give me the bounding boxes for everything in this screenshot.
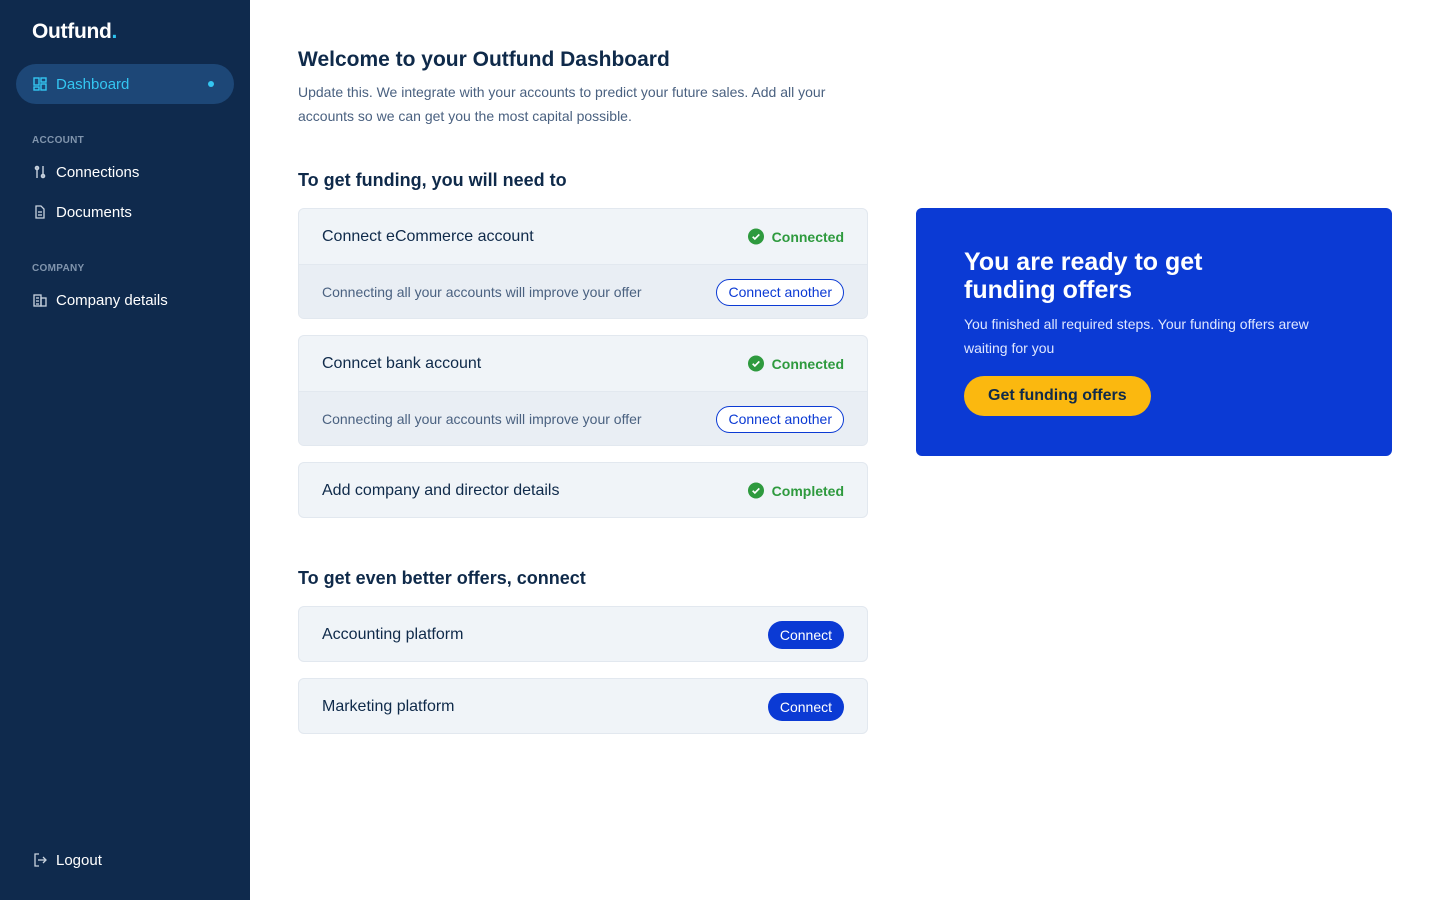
- dashboard-icon: [32, 76, 48, 92]
- status-label: Connected: [771, 355, 844, 372]
- step-note: Connecting all your accounts will improv…: [322, 411, 642, 427]
- step-title: Connect eCommerce account: [322, 227, 534, 245]
- get-funding-offers-button[interactable]: Get funding offers: [964, 376, 1151, 416]
- status-badge: Completed: [747, 482, 844, 499]
- funding-ready-card: You are ready to get funding offers You …: [916, 208, 1392, 456]
- check-circle-icon: [747, 228, 764, 245]
- logout-label: Logout: [56, 851, 102, 869]
- required-steps-heading: To get funding, you will need to: [298, 170, 567, 190]
- step-note: Connecting all your accounts will improv…: [322, 284, 642, 300]
- connect-button[interactable]: Connect: [767, 620, 844, 649]
- step-subrow: Connecting all your accounts will improv…: [299, 391, 867, 445]
- connect-another-button[interactable]: Connect another: [716, 278, 844, 306]
- step-row: Connect eCommerce account Connected: [299, 209, 867, 264]
- sidebar-item-dashboard[interactable]: Dashboard: [16, 64, 234, 104]
- status-label: Completed: [771, 482, 844, 499]
- check-circle-icon: [747, 482, 764, 499]
- status-label: Connected: [771, 228, 844, 245]
- step-row: Add company and director details Complet…: [299, 463, 867, 517]
- brand-name: Outfund: [32, 20, 112, 43]
- page-subtitle: Update this. We integrate with your acco…: [298, 84, 826, 124]
- optional-steps-heading: To get even better offers, connect: [298, 568, 586, 588]
- connect-button[interactable]: Connect: [767, 692, 844, 721]
- sidebar-item-label: Connections: [56, 163, 140, 181]
- sidebar-item-company-details[interactable]: Company details: [32, 288, 232, 312]
- step-title: Accounting platform: [322, 625, 464, 643]
- section-label-account: ACCOUNT: [32, 135, 85, 146]
- sidebar-item-label: Company details: [56, 291, 168, 309]
- status-badge: Connected: [747, 228, 844, 245]
- sidebar-item-connections[interactable]: Connections: [32, 160, 232, 184]
- step-title: Marketing platform: [322, 697, 455, 715]
- sidebar-item-documents[interactable]: Documents: [32, 200, 232, 224]
- step-row: Marketing platform Connect: [299, 679, 867, 733]
- optional-card-marketing: Marketing platform Connect: [298, 678, 868, 734]
- sidebar: Outfund. Dashboard ACCOUNT Connections D…: [0, 0, 250, 900]
- step-title: Add company and director details: [322, 481, 560, 499]
- step-subrow: Connecting all your accounts will improv…: [299, 264, 867, 318]
- logout-button[interactable]: Logout: [32, 848, 102, 872]
- page-title: Welcome to your Outfund Dashboard: [298, 48, 670, 71]
- building-icon: [32, 292, 48, 308]
- sidebar-item-label: Documents: [56, 203, 132, 221]
- section-label-company: COMPANY: [32, 263, 85, 274]
- brand-logo[interactable]: Outfund.: [32, 20, 117, 44]
- sidebar-item-label: Dashboard: [56, 75, 130, 93]
- brand-dot: .: [111, 20, 118, 43]
- promo-text: You finished all required steps. Your fu…: [964, 316, 1309, 356]
- optional-card-accounting: Accounting platform Connect: [298, 606, 868, 662]
- step-row: Accounting platform Connect: [299, 607, 867, 661]
- connections-icon: [32, 164, 48, 180]
- logout-icon: [32, 852, 48, 868]
- promo-title: You are ready to get funding offers: [964, 248, 1203, 304]
- check-circle-icon: [747, 355, 764, 372]
- active-indicator: [208, 81, 214, 87]
- step-row: Conncet bank account Connected: [299, 336, 867, 391]
- step-card-bank: Conncet bank account Connected Connectin…: [298, 335, 868, 446]
- step-card-company-details: Add company and director details Complet…: [298, 462, 868, 518]
- step-title: Conncet bank account: [322, 354, 482, 372]
- document-icon: [32, 204, 48, 220]
- step-card-ecommerce: Connect eCommerce account Connected Conn…: [298, 208, 868, 319]
- connect-another-button[interactable]: Connect another: [716, 405, 844, 433]
- status-badge: Connected: [747, 355, 844, 372]
